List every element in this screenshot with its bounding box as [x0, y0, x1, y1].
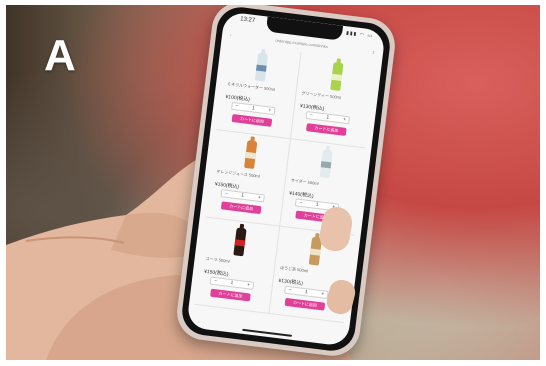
product-price: ¥130(税込) [299, 103, 325, 113]
bottle-image [329, 61, 344, 91]
product-price: ¥100(税込) [225, 94, 251, 103]
minus-button[interactable]: − [214, 278, 218, 284]
product-name: オレンジジュース 500ml [216, 168, 260, 179]
quantity-value: 1 [326, 114, 330, 121]
add-to-cart-button[interactable]: カートに追加 [210, 288, 251, 302]
minus-button[interactable]: − [235, 103, 239, 109]
status-icons: ▮▮▮ ◠ ▭ [345, 30, 374, 40]
product-name: グリーンティー 500ml [301, 90, 342, 101]
minus-button[interactable]: − [288, 287, 292, 293]
bottle-image [254, 52, 269, 82]
status-time: 13:27 [239, 16, 256, 25]
quantity-value: 1 [251, 105, 256, 112]
photo-frame: A 13:27 ▮▮▮ ◠ ▭ ‹ orderapp.example.com/d… [6, 5, 540, 360]
product-price: ¥150(税込) [203, 268, 229, 278]
product-card: コーラ 500ml ¥150(税込) − 1 + カートに追加 [194, 217, 281, 314]
quantity-stepper[interactable]: − 1 + [284, 285, 329, 299]
product-card: グリーンティー 500ml ¥130(税込) − 1 + カートに追加 [290, 51, 377, 149]
product-price: ¥150(税込) [214, 181, 240, 191]
minus-button[interactable]: − [224, 191, 228, 197]
panel-label: A [44, 31, 76, 80]
add-to-cart-button[interactable]: カートに追加 [305, 123, 347, 136]
product-card: ミネラルウォーター 500ml ¥100(税込) − 1 + カートに追加 [216, 42, 302, 140]
quantity-stepper[interactable]: − 1 + [305, 110, 351, 125]
quantity-value: 1 [304, 289, 309, 296]
quantity-value: 1 [240, 192, 245, 199]
share-icon[interactable]: ⇪ [372, 49, 376, 54]
product-name: サイダー 500ml [290, 177, 319, 186]
quantity-stepper[interactable]: − 1 + [231, 101, 276, 116]
plus-button[interactable]: + [247, 282, 251, 288]
minus-button[interactable]: − [299, 200, 303, 206]
plus-button[interactable]: + [257, 195, 261, 201]
phone-screen: 13:27 ▮▮▮ ◠ ▭ ‹ orderapp.example.com/dri… [186, 11, 386, 347]
plus-button[interactable]: + [321, 291, 325, 297]
add-to-cart-button[interactable]: カートに追加 [231, 113, 273, 127]
bottle-image [318, 149, 333, 179]
product-name: ほうじ茶 500ml [279, 264, 309, 274]
minus-button[interactable]: − [310, 112, 314, 118]
phone-bezel: 13:27 ▮▮▮ ◠ ▭ ‹ orderapp.example.com/dri… [179, 5, 393, 354]
quantity-value: 1 [230, 280, 234, 287]
product-card: オレンジジュース 500ml ¥150(税込) − 1 + カートに追加 [205, 130, 291, 227]
product-name: ミネラルウォーター 500ml [226, 81, 276, 92]
quantity-value: 1 [315, 201, 319, 209]
bottle-image [233, 227, 247, 257]
quantity-stepper[interactable]: − 1 + [209, 276, 255, 290]
add-to-cart-button[interactable]: カートに追加 [220, 201, 262, 215]
product-price: ¥130(税込) [278, 277, 304, 287]
product-name: コーラ 500ml [205, 255, 230, 264]
bottle-image [244, 140, 258, 170]
product-price: ¥140(税込) [288, 190, 314, 200]
quantity-stepper[interactable]: − 1 + [220, 189, 265, 203]
plus-button[interactable]: + [268, 107, 272, 113]
plus-button[interactable]: + [342, 116, 346, 122]
add-to-cart-button[interactable]: カートに追加 [284, 297, 326, 311]
